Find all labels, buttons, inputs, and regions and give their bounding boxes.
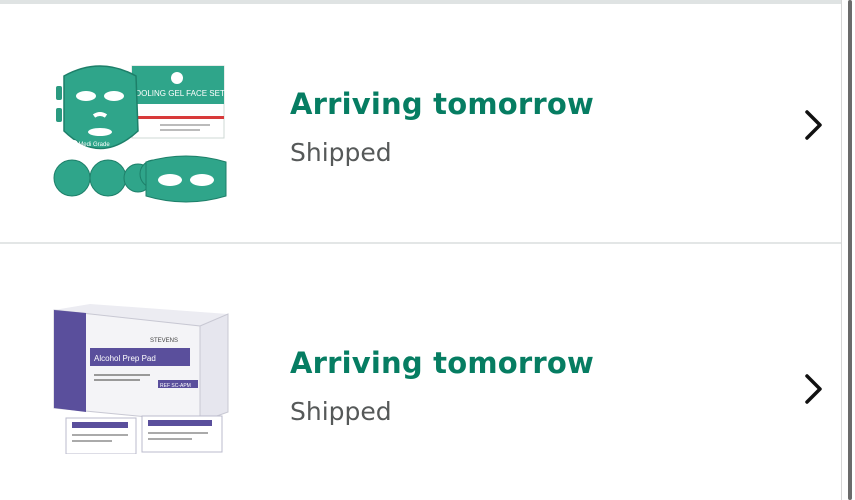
brand-label: STEVENS: [150, 338, 178, 344]
delivery-status: Arriving tomorrow: [290, 87, 594, 121]
order-row-1[interactable]: COOLING GEL FACE SET Medi Grade Arriving…: [0, 4, 842, 242]
product-image-gel-mask: COOLING GEL FACE SET Medi Grade: [53, 65, 227, 203]
product-image-prep-pads: STEVENS Alcohol Prep Pad REF SC-APM: [53, 304, 229, 454]
scrollbar-thumb[interactable]: [848, 0, 852, 500]
brand-label: Medi Grade: [78, 142, 110, 148]
shipment-status: Shipped: [290, 397, 392, 426]
delivery-status: Arriving tomorrow: [290, 346, 594, 380]
shipment-status: Shipped: [290, 138, 392, 167]
package-title: Alcohol Prep Pad: [94, 354, 156, 363]
chevron-right-icon[interactable]: [800, 372, 826, 406]
scrollbar[interactable]: [841, 0, 855, 500]
order-row-2[interactable]: STEVENS Alcohol Prep Pad REF SC-APM Arri…: [0, 244, 842, 500]
package-title: COOLING GEL FACE SET: [129, 89, 225, 98]
ref-label: REF SC-APM: [160, 383, 191, 389]
chevron-right-icon[interactable]: [800, 108, 826, 142]
